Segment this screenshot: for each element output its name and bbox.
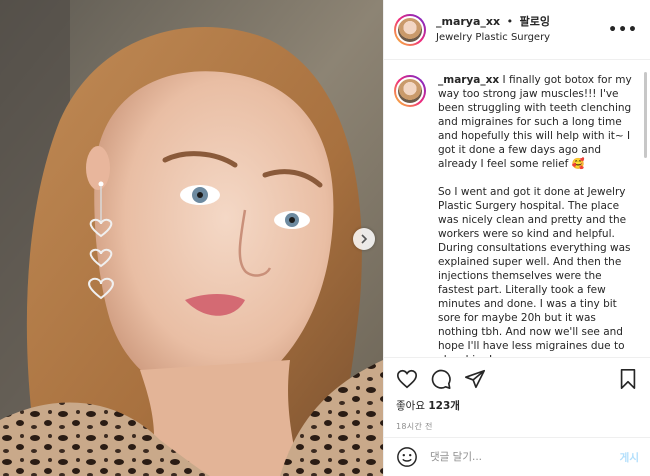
portrait-image [0,0,383,476]
following-button[interactable]: 팔로잉 [520,15,550,28]
comments-area[interactable]: _marya_xx I finally got botox for my way… [384,61,650,357]
caption-paragraph-2: So I went and got it done at Jewelry Pla… [438,186,631,357]
post-header: _marya_xx • 팔로잉 Jewelry Plastic Surgery … [384,0,650,60]
comment-form: 게시 [384,437,650,476]
post-timestamp[interactable]: 18시간 전 [396,421,639,432]
caption-avatar[interactable] [394,75,426,107]
caption-paragraph-1: I finally got botox for my way too stron… [438,74,632,170]
comment-icon[interactable] [430,368,452,390]
next-photo-button[interactable] [353,228,375,250]
caption: _marya_xx I finally got botox for my way… [394,73,635,357]
more-horizontal-icon[interactable]: ••• [608,22,638,38]
avatar[interactable] [394,13,426,46]
post-comment-button[interactable]: 게시 [620,450,639,465]
comments-scrollbar[interactable] [644,72,647,158]
likes-count[interactable]: 좋아요 123개 [396,398,639,413]
header-username[interactable]: _marya_xx [436,15,500,28]
location-link[interactable]: Jewelry Plastic Surgery [436,30,550,46]
heart-icon[interactable] [396,368,418,390]
separator-dot: • [506,14,514,28]
actions-bar: 좋아요 123개 18시간 전 [384,357,650,432]
chevron-right-icon [361,234,368,244]
post-photo[interactable] [0,0,383,476]
emoji-icon[interactable] [396,446,418,468]
comment-input[interactable] [430,451,614,463]
bookmark-icon[interactable] [617,368,639,390]
post-panel: _marya_xx • 팔로잉 Jewelry Plastic Surgery … [383,0,650,476]
share-icon[interactable] [464,368,486,390]
caption-username[interactable]: _marya_xx [438,74,499,86]
